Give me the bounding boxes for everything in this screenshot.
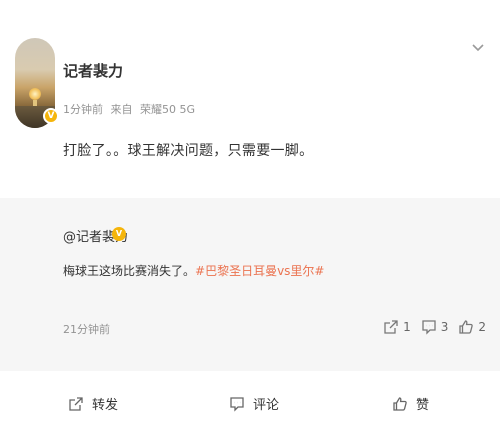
repost-button[interactable]: 转发 xyxy=(68,394,118,413)
thumbs-up-icon xyxy=(459,320,474,334)
repost-text-body: 梅球王这场比赛消失了。 xyxy=(63,264,196,278)
like-button-label: 赞 xyxy=(416,398,430,413)
repost-button-label: 转发 xyxy=(92,398,119,413)
avatar-sun-graphic xyxy=(29,88,41,100)
post-meta: 1分钟前 来自 荣耀50 5G xyxy=(63,101,199,117)
topic-link[interactable]: #巴黎圣日耳曼vs里尔# xyxy=(195,264,324,278)
action-toolbar: 转发 评论 赞 xyxy=(0,386,500,426)
repost-icon xyxy=(69,396,83,411)
verified-badge-icon: V xyxy=(43,108,59,124)
repost-text: 梅球王这场比赛消失了。#巴黎圣日耳曼vs里尔# xyxy=(63,262,324,279)
reposted-content[interactable]: @记者裴力 V 梅球王这场比赛消失了。#巴黎圣日耳曼vs里尔# 21分钟前 1 xyxy=(0,198,500,371)
comment-button[interactable]: 评论 xyxy=(229,394,279,413)
comment-count: 3 xyxy=(440,320,449,334)
repost-icon xyxy=(384,320,398,334)
repost-verified-badge-icon: V xyxy=(112,227,126,241)
repost-count: 1 xyxy=(403,320,411,334)
repost-time[interactable]: 21分钟前 xyxy=(63,321,110,337)
chevron-down-icon[interactable] xyxy=(471,38,485,52)
like-button[interactable]: 赞 xyxy=(392,394,429,413)
post-text: 打脸了。。球王解决问题，只需要一脚。 xyxy=(63,143,314,159)
comment-button-label: 评论 xyxy=(253,398,280,413)
avatar-container[interactable]: V xyxy=(15,38,59,128)
post-source-prefix: 来自 xyxy=(110,103,133,116)
comment-icon xyxy=(230,396,244,412)
like-count: 2 xyxy=(478,320,486,334)
repost-stats: 1 3 2 xyxy=(383,319,486,335)
thumbs-up-icon xyxy=(393,396,407,411)
post-source-device: 荣耀50 5G xyxy=(140,103,196,116)
comment-icon xyxy=(422,320,436,335)
like-count-stat[interactable]: 2 xyxy=(458,319,486,335)
comment-count-stat[interactable]: 3 xyxy=(421,319,449,335)
post-username[interactable]: 记者裴力 xyxy=(63,60,123,81)
repost-count-stat[interactable]: 1 xyxy=(383,319,411,335)
post-time[interactable]: 1分钟前 xyxy=(63,103,103,116)
weibo-post: V 记者裴力 1分钟前 来自 荣耀50 5G 打脸了。。球王解决问题，只需要一脚… xyxy=(0,0,500,440)
